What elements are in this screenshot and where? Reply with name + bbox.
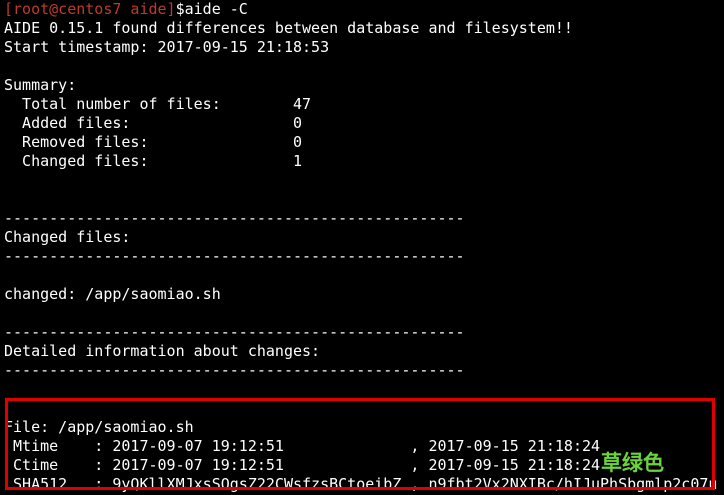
- summary-added-files: Added files: 0: [4, 114, 303, 132]
- summary-total-files: Total number of files: 47: [4, 95, 312, 113]
- watermark-text: 草绿色: [601, 451, 664, 475]
- prompt-symbol: $: [175, 0, 185, 18]
- summary-heading: Summary:: [4, 76, 77, 94]
- summary-removed-files: Removed files: 0: [4, 133, 303, 151]
- found-differences-line: AIDE 0.15.1 found differences between da…: [4, 19, 573, 37]
- separator-line: ----------------------------------------…: [4, 247, 465, 265]
- summary-changed-files: Changed files: 1: [4, 152, 303, 170]
- separator-line: ----------------------------------------…: [4, 361, 465, 379]
- changed-entry: changed: /app/saomiao.sh: [4, 285, 221, 303]
- highlight-annotation-box: [5, 398, 715, 490]
- command-text: aide -C: [184, 0, 248, 18]
- separator-line: ----------------------------------------…: [4, 323, 465, 341]
- changed-files-heading: Changed files:: [4, 228, 131, 246]
- terminal-window[interactable]: [root@centos7 aide]$aide -C AIDE 0.15.1 …: [0, 0, 724, 495]
- detailed-info-heading: Detailed information about changes:: [4, 342, 321, 360]
- separator-line: ----------------------------------------…: [4, 209, 465, 227]
- prompt-user-host: [root@centos7 aide]: [4, 0, 176, 18]
- start-timestamp-line: Start timestamp: 2017-09-15 21:18:53: [4, 38, 330, 56]
- prompt-line: [root@centos7 aide]$aide -C: [4, 0, 248, 19]
